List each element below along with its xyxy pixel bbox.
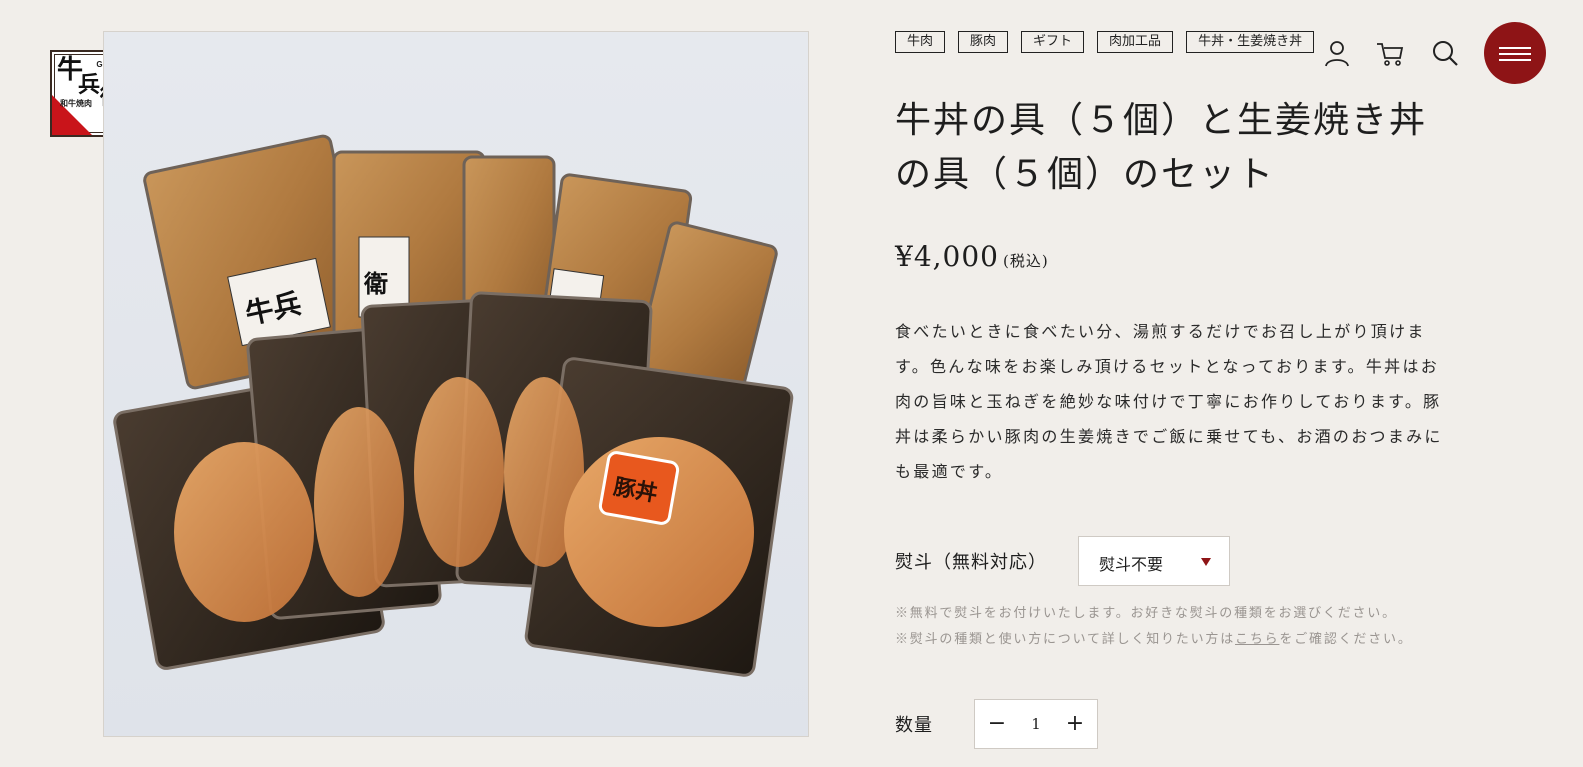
logo-subtitle: 和牛焼肉 <box>60 98 92 108</box>
price-value: ¥4,000 <box>895 240 999 273</box>
noshi-selected-value: 熨斗不要 <box>1099 555 1164 574</box>
quantity-label: 数量 <box>895 715 933 736</box>
noshi-note-2-suffix: をご確認ください。 <box>1279 632 1413 647</box>
noshi-select[interactable]: 熨斗不要 <box>1078 536 1230 586</box>
menu-icon-line-3 <box>1499 59 1531 61</box>
tag-processed-meat[interactable]: 肉加工品 <box>1097 31 1174 53</box>
cart-icon[interactable] <box>1375 38 1405 68</box>
user-icon[interactable] <box>1322 38 1352 68</box>
noshi-label: 熨斗（無料対応） <box>895 552 1047 573</box>
svg-text:衛: 衛 <box>363 269 388 298</box>
product-description: 食べたいときに食べたい分、湯煎するだけでお召し上がり頂けます。色んな味をお楽しみ… <box>895 322 1443 481</box>
menu-button[interactable] <box>1484 22 1546 84</box>
quantity-plus-button[interactable]: + <box>1065 713 1085 735</box>
quantity-minus-button[interactable]: − <box>987 713 1007 735</box>
menu-icon-line-1 <box>1499 47 1531 49</box>
noshi-info-link[interactable]: こちら <box>1235 632 1279 647</box>
search-icon[interactable] <box>1430 38 1460 68</box>
product-title: 牛丼の具（５個）と生姜焼き丼の具（５個）のセット <box>895 100 1428 195</box>
product-image: 牛兵 衛 衛 豚丼 <box>103 31 809 737</box>
tag-beef[interactable]: 牛肉 <box>895 31 946 53</box>
quantity-stepper: − 1 + <box>974 699 1098 749</box>
tag-gyudon-ginger[interactable]: 牛丼・生姜焼き丼 <box>1186 31 1315 53</box>
tag-pork[interactable]: 豚肉 <box>958 31 1009 53</box>
tax-note: (税込) <box>1002 252 1049 270</box>
tag-gift[interactable]: ギフト <box>1021 31 1085 53</box>
noshi-note-1: ※無料で熨斗をお付けいたします。お好きな熨斗の種類をお選びください。 <box>895 606 1397 621</box>
product-photo-illustration: 牛兵 衛 衛 豚丼 <box>113 134 794 677</box>
dropdown-arrow-icon <box>1201 558 1211 566</box>
menu-icon-line-2 <box>1499 53 1531 55</box>
quantity-value[interactable]: 1 <box>1031 715 1041 733</box>
product-price: ¥4,000 (税込) <box>895 240 1049 273</box>
category-tags: 牛肉 豚肉 ギフト 肉加工品 牛丼・生姜焼き丼 <box>895 31 1315 53</box>
logo-char-2: 兵 <box>78 72 101 98</box>
noshi-note-2-prefix: ※熨斗の種類と使い方について詳しく知りたい方は <box>895 632 1236 647</box>
noshi-note-2: ※熨斗の種類と使い方について詳しく知りたい方はこちらをご確認ください。 <box>895 628 1413 647</box>
